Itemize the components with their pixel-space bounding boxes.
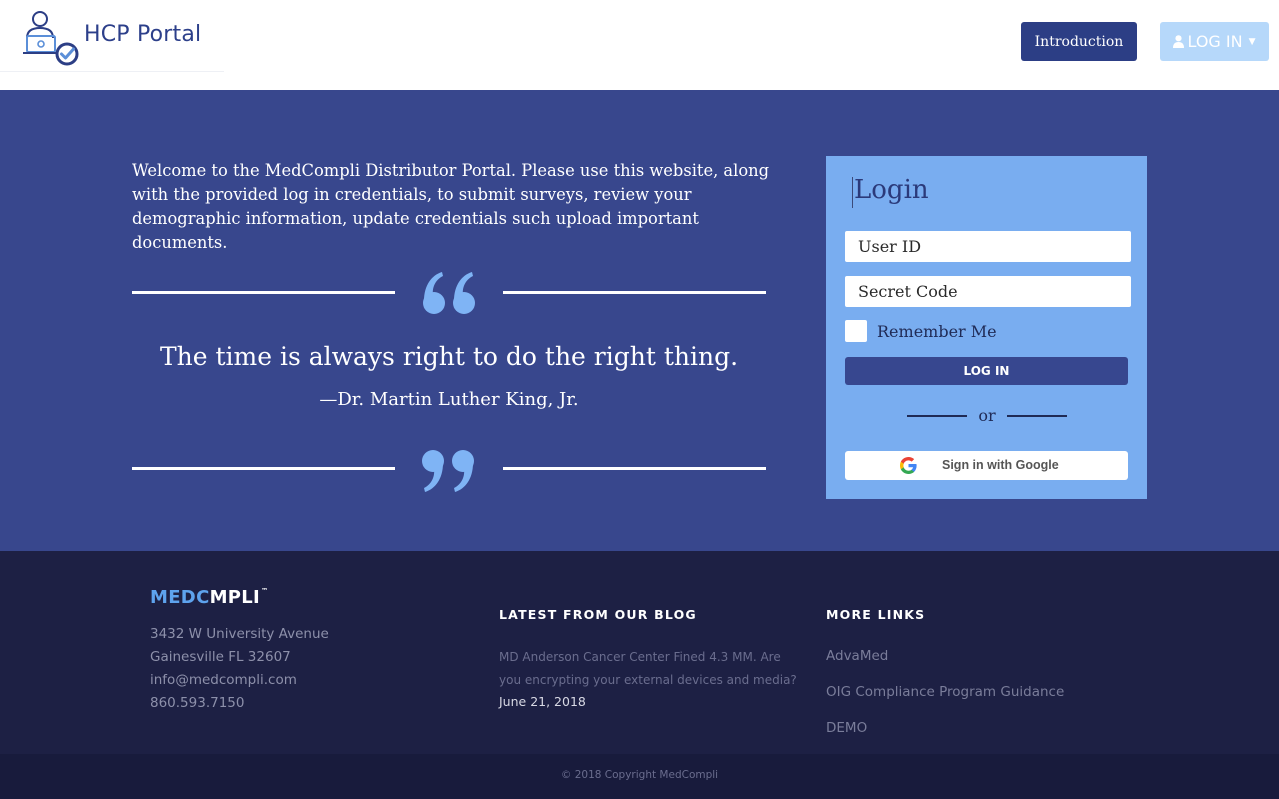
google-signin-label: Sign in with Google (942, 458, 1059, 472)
login-dropdown-label: LOG IN (1187, 32, 1243, 51)
link-demo[interactable]: DEMO (826, 720, 867, 736)
remember-me-checkbox[interactable] (845, 320, 867, 342)
welcome-text: Welcome to the MedCompli Distributor Por… (132, 161, 770, 252)
quote-author: —Dr. Martin Luther King, Jr. (319, 389, 579, 410)
user-id-input[interactable] (845, 231, 1131, 262)
login-form: Login Remember Me LOG IN or Sign in with… (826, 156, 1147, 499)
quote-divider-top-left (132, 291, 395, 294)
google-signin-button[interactable]: Sign in with Google (845, 451, 1128, 480)
blog-heading: LATEST FROM OUR BLOG (499, 607, 697, 622)
login-title: Login (852, 175, 929, 208)
blog-post-date: June 21, 2018 (499, 694, 586, 709)
contact-phone[interactable]: 860.593.7150 (150, 695, 244, 711)
secret-code-input[interactable] (845, 276, 1131, 307)
introduction-button[interactable]: Introduction (1021, 22, 1137, 61)
more-links-heading: MORE LINKS (826, 607, 926, 622)
quote-divider-bottom-left (132, 467, 395, 470)
quote-divider-bottom-right (503, 467, 766, 470)
copyright-text: © 2018 Copyright MedCompli (560, 769, 719, 781)
brand-name: HCP Portal (84, 22, 202, 47)
remember-me-row: Remember Me (845, 320, 997, 342)
open-quote-icon (423, 272, 475, 314)
quote-text: The time is always right to do the right… (159, 342, 739, 371)
site-footer: MEDCMPLI™ 3432 W University Avenue Gaine… (0, 551, 1279, 799)
or-line-left (907, 414, 967, 417)
top-header: HCP Portal Introduction LOG IN ▼ (0, 0, 1279, 90)
blog-post-link[interactable]: MD Anderson Cancer Center Fined 4.3 MM. … (499, 646, 799, 692)
or-line-right (1007, 414, 1067, 417)
link-oig-guidance[interactable]: OIG Compliance Program Guidance (826, 684, 1064, 700)
quote-divider-top-right (503, 291, 766, 294)
google-icon (900, 457, 917, 474)
address-line: 3432 W University Avenue (150, 626, 329, 642)
or-divider: or (907, 406, 1067, 425)
medcompli-logo[interactable]: MEDCMPLI™ (150, 587, 268, 608)
hero-section: Welcome to the MedCompli Distributor Por… (0, 90, 1279, 551)
close-quote-icon (422, 450, 474, 492)
contact-email[interactable]: info@medcompli.com (150, 672, 297, 688)
remember-me-label[interactable]: Remember Me (877, 322, 997, 341)
address-city: Gainesville FL 32607 (150, 649, 291, 665)
chevron-down-icon: ▼ (1248, 36, 1256, 47)
link-advamed[interactable]: AdvaMed (826, 648, 888, 664)
brand-logo-link[interactable]: HCP Portal (0, 0, 224, 72)
doctor-check-icon (23, 11, 79, 66)
user-icon (1173, 35, 1185, 48)
or-text: or (978, 406, 996, 425)
login-submit-button[interactable]: LOG IN (845, 357, 1128, 385)
login-dropdown-button[interactable]: LOG IN ▼ (1160, 22, 1269, 61)
